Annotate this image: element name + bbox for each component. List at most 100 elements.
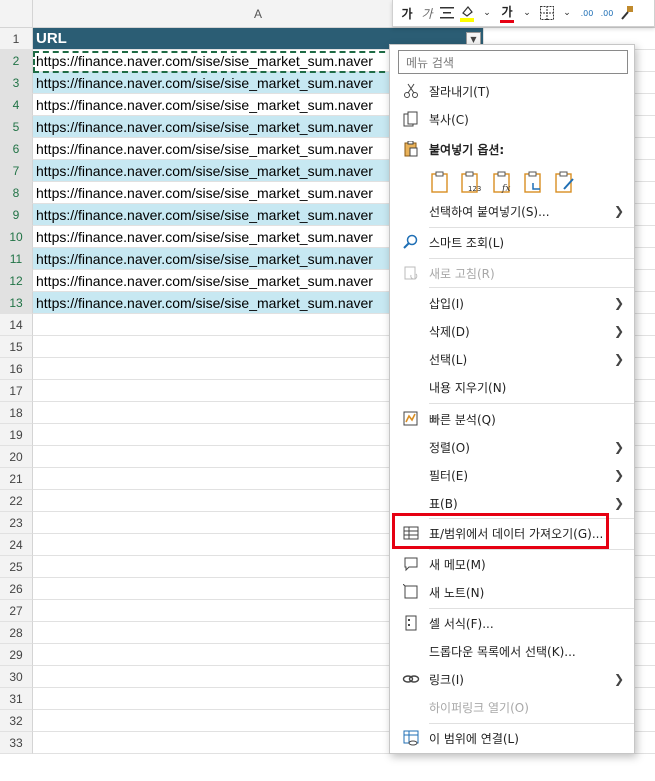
row-header[interactable]: 8: [0, 182, 33, 204]
new-note-icon: [402, 583, 420, 601]
format-cells-icon: [402, 614, 420, 632]
row-header[interactable]: 2: [0, 50, 33, 72]
row-header[interactable]: 21: [0, 468, 33, 490]
paste-options-row: 123 fx: [428, 169, 577, 194]
context-menu: 메뉴 검색 잘라내기(T) 복사(C) 붙여넣기 옵션: 123 fx 선택하여…: [389, 44, 635, 754]
bold-button[interactable]: 가: [399, 3, 415, 23]
menu-item-copy[interactable]: 복사(C): [390, 106, 634, 132]
row-header[interactable]: 26: [0, 578, 33, 600]
refresh-icon: [402, 264, 420, 282]
menu-item-label: 잘라내기(T): [429, 84, 490, 99]
paste-transpose-icon[interactable]: [521, 169, 546, 194]
menu-item-get-data-from-range[interactable]: 표/범위에서 데이터 가져오기(G)...: [390, 520, 634, 546]
menu-item-new-note[interactable]: 새 노트(N): [390, 579, 634, 605]
chevron-right-icon: ❯: [613, 352, 624, 366]
fill-color-icon[interactable]: [459, 3, 475, 23]
menu-item-select[interactable]: 선택(L) ❯: [390, 346, 634, 372]
row-header[interactable]: 25: [0, 556, 33, 578]
select-all-corner[interactable]: [0, 0, 33, 28]
menu-item-table[interactable]: 표(B) ❯: [390, 490, 634, 516]
mini-toolbar: 가 가 ⌄ 가 ⌄ ⌄ .00 .00: [392, 0, 655, 27]
row-header[interactable]: 22: [0, 490, 33, 512]
row-header[interactable]: 14: [0, 314, 33, 336]
font-color-dropdown-icon[interactable]: ⌄: [519, 3, 535, 23]
row-header[interactable]: 6: [0, 138, 33, 160]
paste-formatting-icon[interactable]: [552, 169, 577, 194]
row-header[interactable]: 32: [0, 710, 33, 732]
menu-item-clear-contents[interactable]: 내용 지우기(N): [390, 374, 634, 400]
row-header[interactable]: 11: [0, 248, 33, 270]
row-header[interactable]: 10: [0, 226, 33, 248]
italic-button[interactable]: 가: [419, 3, 435, 23]
menu-item-sort[interactable]: 정렬(O) ❯: [390, 434, 634, 460]
menu-item-label: 새로 고침(R): [429, 266, 495, 281]
align-center-icon[interactable]: [439, 3, 455, 23]
row-header[interactable]: 17: [0, 380, 33, 402]
increase-decimal-icon[interactable]: .00: [599, 3, 615, 23]
row-header[interactable]: 16: [0, 358, 33, 380]
menu-item-pick-from-dropdown[interactable]: 드롭다운 목록에서 선택(K)...: [390, 638, 634, 664]
menu-item-cut[interactable]: 잘라내기(T): [390, 78, 634, 104]
menu-separator: [429, 518, 634, 519]
menu-separator: [429, 287, 634, 288]
menu-item-label: 선택(L): [429, 352, 468, 367]
fill-color-dropdown-icon[interactable]: ⌄: [479, 3, 495, 23]
menu-item-smart-lookup[interactable]: 스마트 조회(L): [390, 229, 634, 255]
menu-item-new-comment[interactable]: 새 메모(M): [390, 551, 634, 577]
quick-analysis-icon: [402, 410, 420, 428]
menu-item-paste-special[interactable]: 선택하여 붙여넣기(S)... ❯: [390, 198, 634, 224]
menu-item-label: 스마트 조회(L): [429, 235, 505, 250]
paste-formulas-icon[interactable]: fx: [490, 169, 515, 194]
paste-icon: [402, 140, 420, 158]
row-header[interactable]: 9: [0, 204, 33, 226]
menu-search-input[interactable]: 메뉴 검색: [398, 50, 628, 74]
row-header[interactable]: 1: [0, 28, 33, 50]
chevron-right-icon: ❯: [613, 204, 624, 218]
paste-icon[interactable]: [428, 169, 453, 194]
menu-item-label: 복사(C): [429, 112, 469, 127]
menu-item-label: 표/범위에서 데이터 가져오기(G)...: [429, 526, 604, 541]
row-header[interactable]: 5: [0, 116, 33, 138]
row-header[interactable]: 20: [0, 446, 33, 468]
row-header[interactable]: 24: [0, 534, 33, 556]
row-header[interactable]: 3: [0, 72, 33, 94]
menu-item-filter[interactable]: 필터(E) ❯: [390, 462, 634, 488]
row-header[interactable]: 15: [0, 336, 33, 358]
search-icon: [402, 233, 420, 251]
menu-item-label: 새 메모(M): [429, 557, 486, 572]
decrease-decimal-icon[interactable]: .00: [579, 3, 595, 23]
menu-item-label: 정렬(O): [429, 440, 470, 455]
row-header[interactable]: 30: [0, 666, 33, 688]
row-header[interactable]: 28: [0, 622, 33, 644]
format-painter-icon[interactable]: [619, 3, 635, 23]
menu-item-format-cells[interactable]: 셀 서식(F)...: [390, 610, 634, 636]
font-color-button[interactable]: 가: [499, 3, 515, 23]
row-header[interactable]: 27: [0, 600, 33, 622]
row-header[interactable]: 19: [0, 424, 33, 446]
paste-values-icon[interactable]: 123: [459, 169, 484, 194]
menu-separator: [429, 549, 634, 550]
chevron-right-icon: ❯: [613, 440, 624, 454]
row-header[interactable]: 4: [0, 94, 33, 116]
row-header[interactable]: 13: [0, 292, 33, 314]
row-header[interactable]: 12: [0, 270, 33, 292]
row-header[interactable]: 7: [0, 160, 33, 182]
menu-item-quick-analysis[interactable]: 빠른 분석(Q): [390, 406, 634, 432]
row-header[interactable]: 31: [0, 688, 33, 710]
menu-item-label: 링크(I): [429, 672, 464, 687]
borders-icon[interactable]: [539, 3, 555, 23]
row-header[interactable]: 33: [0, 732, 33, 754]
row-header[interactable]: 29: [0, 644, 33, 666]
menu-item-link-to-range[interactable]: 이 범위에 연결(L): [390, 725, 634, 751]
menu-item-open-hyperlink: 하이퍼링크 열기(O): [390, 694, 634, 720]
svg-text:fx: fx: [501, 184, 510, 193]
row-header[interactable]: 18: [0, 402, 33, 424]
menu-item-link[interactable]: 링크(I) ❯: [390, 666, 634, 692]
menu-item-insert[interactable]: 삽입(I) ❯: [390, 290, 634, 316]
link-to-range-icon: [402, 729, 420, 747]
borders-dropdown-icon[interactable]: ⌄: [559, 3, 575, 23]
copy-icon: [402, 110, 420, 128]
row-header[interactable]: 23: [0, 512, 33, 534]
menu-item-label: 표(B): [429, 496, 458, 511]
menu-item-delete[interactable]: 삭제(D) ❯: [390, 318, 634, 344]
